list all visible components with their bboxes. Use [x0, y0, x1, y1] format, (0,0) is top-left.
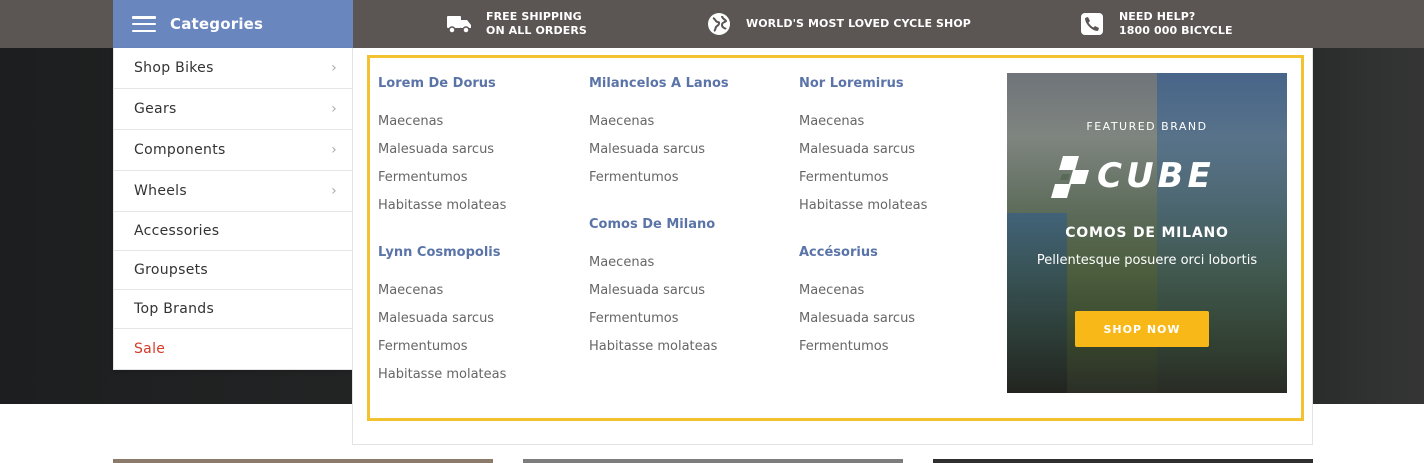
- menu-heading[interactable]: Lynn Cosmopolis: [378, 243, 578, 263]
- menu-column-3: Nor Loremirus Maecenas Malesuada sarcus …: [799, 74, 999, 365]
- shipping-line-1: FREE SHIPPING: [486, 10, 582, 23]
- menu-link[interactable]: Maecenas: [589, 253, 789, 281]
- product-image-1[interactable]: [113, 459, 493, 463]
- sidebar-item-label: Sale: [134, 340, 166, 357]
- menu-link[interactable]: Habitasse molateas: [378, 365, 578, 393]
- brand-logo: CUBE: [1045, 151, 1249, 201]
- menu-heading[interactable]: Milancelos A Lanos: [589, 74, 789, 94]
- menu-heading[interactable]: Accésorius: [799, 243, 999, 263]
- menu-column-2: Milancelos A Lanos Maecenas Malesuada sa…: [589, 74, 789, 365]
- cube-logo-icon: [1051, 156, 1089, 198]
- menu-link[interactable]: Malesuada sarcus: [378, 140, 578, 168]
- menu-group: Lynn Cosmopolis Maecenas Malesuada sarcu…: [378, 243, 578, 393]
- menu-link[interactable]: Malesuada sarcus: [799, 309, 999, 337]
- menu-link[interactable]: Maecenas: [589, 112, 789, 140]
- menu-heading[interactable]: Comos De Milano: [589, 215, 789, 235]
- sidebar-item-top-brands[interactable]: Top Brands: [114, 290, 352, 329]
- menu-link[interactable]: Fermentumos: [799, 337, 999, 365]
- brand-logo-text: CUBE: [1097, 156, 1215, 196]
- menu-group: Comos De Milano Maecenas Malesuada sarcu…: [589, 215, 789, 365]
- sidebar-item-label: Groupsets: [134, 262, 209, 278]
- menu-link[interactable]: Fermentumos: [589, 168, 789, 196]
- mega-menu: Lorem De Dorus Maecenas Malesuada sarcus…: [352, 48, 1313, 445]
- menu-column-1: Lorem De Dorus Maecenas Malesuada sarcus…: [378, 74, 578, 393]
- menu-link[interactable]: Habitasse molateas: [589, 337, 789, 365]
- sidebar-item-label: Gears: [134, 101, 177, 117]
- sidebar-item-label: Shop Bikes: [134, 60, 214, 76]
- category-sidebar: Shop Bikes › Gears › Components › Wheels…: [113, 48, 353, 370]
- menu-link[interactable]: Malesuada sarcus: [799, 140, 999, 168]
- sidebar-item-groupsets[interactable]: Groupsets: [114, 251, 352, 290]
- chevron-right-icon: ›: [331, 142, 337, 158]
- banner-title: COMOS DE MILANO: [1065, 225, 1229, 241]
- menu-link[interactable]: Malesuada sarcus: [378, 309, 578, 337]
- menu-group: Lorem De Dorus Maecenas Malesuada sarcus…: [378, 74, 578, 224]
- menu-link[interactable]: Maecenas: [799, 281, 999, 309]
- sidebar-item-label: Accessories: [134, 223, 220, 239]
- menu-link[interactable]: Malesuada sarcus: [589, 140, 789, 168]
- shipping-line-2: ON ALL ORDERS: [486, 24, 587, 37]
- menu-link[interactable]: Maecenas: [799, 112, 999, 140]
- truck-icon: [446, 11, 472, 37]
- categories-button[interactable]: Categories: [113, 0, 353, 48]
- sidebar-item-label: Wheels: [134, 183, 187, 199]
- menu-heading[interactable]: Lorem De Dorus: [378, 74, 578, 94]
- chevron-right-icon: ›: [331, 183, 337, 199]
- sidebar-item-label: Top Brands: [134, 301, 215, 317]
- help-phone[interactable]: 1800 000 BICYCLE: [1119, 24, 1233, 38]
- sidebar-item-wheels[interactable]: Wheels ›: [114, 171, 352, 212]
- shop-line-1: WORLD'S MOST LOVED CYCLE SHOP: [746, 17, 971, 30]
- banner-subtitle: Pellentesque posuere orci lobortis: [1036, 253, 1258, 268]
- banner-content: FEATURED BRAND CUBE COMOS DE MILANO Pell…: [1007, 73, 1287, 393]
- menu-group: Milancelos A Lanos Maecenas Malesuada sa…: [589, 74, 789, 196]
- free-shipping-info: FREE SHIPPING ON ALL ORDERS: [446, 0, 587, 48]
- menu-link[interactable]: Fermentumos: [378, 168, 578, 196]
- product-image-3[interactable]: [933, 459, 1313, 463]
- menu-link[interactable]: Fermentumos: [799, 168, 999, 196]
- menu-link[interactable]: Fermentumos: [589, 309, 789, 337]
- cycle-shop-info: WORLD'S MOST LOVED CYCLE SHOP: [706, 0, 971, 48]
- sidebar-item-gears[interactable]: Gears ›: [114, 89, 352, 130]
- sidebar-item-shop-bikes[interactable]: Shop Bikes ›: [114, 48, 352, 89]
- help-line-1: NEED HELP?: [1119, 10, 1196, 23]
- sidebar-item-sale[interactable]: Sale: [114, 329, 352, 368]
- menu-link[interactable]: Maecenas: [378, 112, 578, 140]
- menu-link[interactable]: Malesuada sarcus: [589, 281, 789, 309]
- sidebar-item-label: Components: [134, 142, 226, 158]
- featured-brand-banner[interactable]: FEATURED BRAND CUBE COMOS DE MILANO Pell…: [1007, 73, 1287, 393]
- menu-link[interactable]: Fermentumos: [378, 337, 578, 365]
- chevron-right-icon: ›: [331, 60, 337, 76]
- product-image-2[interactable]: [523, 459, 903, 463]
- phone-icon: [1079, 11, 1105, 37]
- menu-link[interactable]: Maecenas: [378, 281, 578, 309]
- featured-brand-label: FEATURED BRAND: [1086, 120, 1208, 133]
- help-info[interactable]: NEED HELP? 1800 000 BICYCLE: [1079, 0, 1233, 48]
- chevron-right-icon: ›: [331, 101, 337, 117]
- menu-group: Nor Loremirus Maecenas Malesuada sarcus …: [799, 74, 999, 224]
- sidebar-item-accessories[interactable]: Accessories: [114, 212, 352, 251]
- menu-link[interactable]: Habitasse molateas: [378, 196, 578, 224]
- menu-heading[interactable]: Nor Loremirus: [799, 74, 999, 94]
- sidebar-item-components[interactable]: Components ›: [114, 130, 352, 171]
- shop-now-button[interactable]: SHOP NOW: [1075, 311, 1209, 347]
- globe-icon: [706, 11, 732, 37]
- categories-label: Categories: [170, 15, 264, 33]
- top-bar: Categories FREE SHIPPING ON ALL ORDERS W…: [0, 0, 1424, 48]
- menu-link[interactable]: Habitasse molateas: [799, 196, 999, 224]
- hamburger-icon: [132, 16, 156, 32]
- menu-group: Accésorius Maecenas Malesuada sarcus Fer…: [799, 243, 999, 365]
